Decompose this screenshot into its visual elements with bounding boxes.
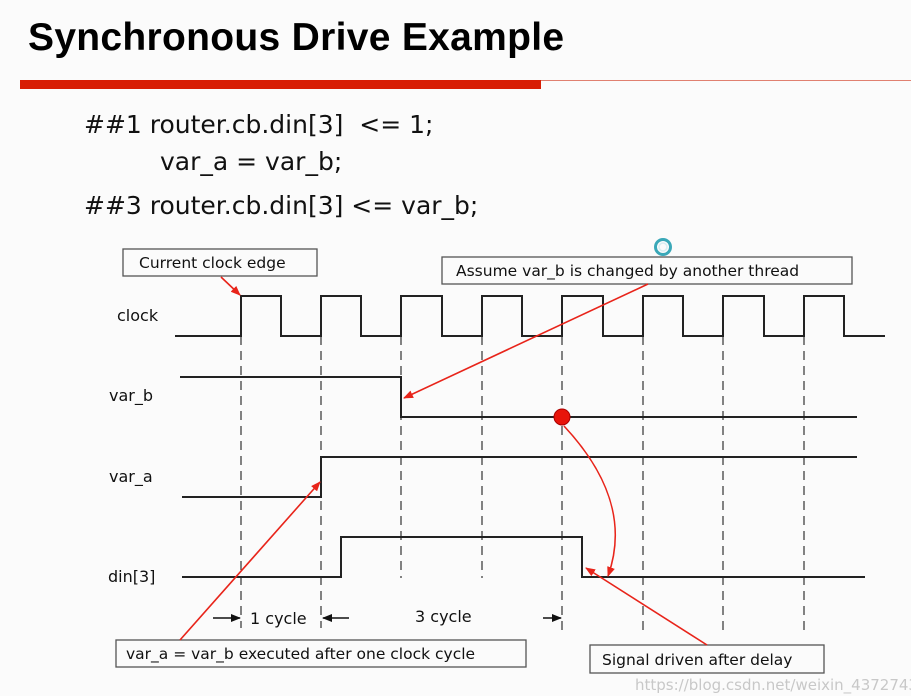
callout-signal-driven: Signal driven after delay — [602, 651, 792, 669]
arrow-curve-to-din3 — [563, 425, 616, 577]
arrow-current-edge — [220, 276, 241, 296]
din3-waveform — [182, 536, 865, 578]
callout-current-edge: Current clock edge — [139, 254, 286, 272]
var-b-waveform — [180, 376, 857, 418]
arrow-var-b-change — [403, 283, 649, 399]
cycle-label-1: 1 cycle — [250, 609, 307, 628]
callout-var-b-changed: Assume var_b is changed by another threa… — [456, 262, 799, 281]
cycle-label-3: 3 cycle — [415, 607, 472, 626]
callout-var-a-exec: var_a = var_b executed after one clock c… — [126, 645, 475, 664]
signal-label-din3: din[3] — [108, 567, 155, 586]
ring-icon — [654, 238, 672, 256]
var-a-waveform — [182, 456, 857, 498]
clock-waveform — [175, 295, 885, 337]
sample-point-marker — [553, 408, 571, 426]
watermark: https://blog.csdn.net/weixin_43727437 — [635, 676, 911, 695]
signal-label-clock: clock — [117, 306, 159, 325]
clock-edge-guides — [240, 336, 805, 636]
signal-label-var-b: var_b — [109, 386, 153, 406]
signal-label-var-a: var_a — [109, 467, 153, 487]
arrow-signal-driven — [585, 567, 708, 646]
timing-diagram: clock var_b var_a din[3] Current clock e… — [108, 238, 911, 695]
